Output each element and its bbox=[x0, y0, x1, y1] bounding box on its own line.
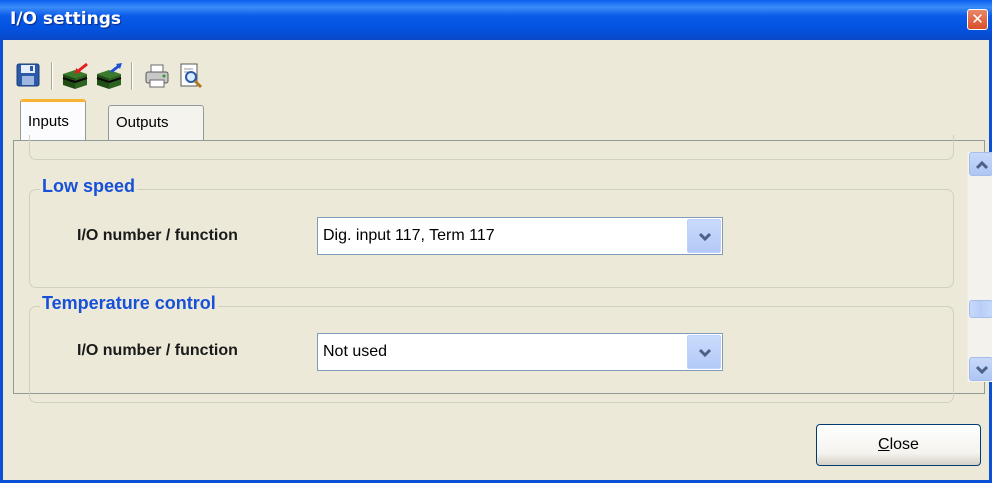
io-number-function-label: I/O number / function bbox=[77, 227, 238, 244]
chevron-down-icon bbox=[698, 348, 712, 358]
print-preview-button[interactable] bbox=[177, 62, 205, 90]
window-title: I/O settings bbox=[10, 9, 122, 29]
dropdown-button[interactable] bbox=[687, 335, 721, 369]
low-speed-io-value: Dig. input 117, Term 117 bbox=[323, 227, 495, 244]
close-icon: ✕ bbox=[971, 10, 984, 28]
export-button[interactable] bbox=[95, 62, 123, 90]
group-low-speed: Low speed I/O number / function Dig. inp… bbox=[29, 176, 954, 288]
chevron-down-icon bbox=[698, 232, 712, 242]
chevron-down-icon bbox=[976, 365, 988, 375]
title-bar[interactable]: I/O settings ✕ bbox=[0, 0, 992, 40]
import-icon bbox=[62, 62, 88, 89]
io-number-function-label: I/O number / function bbox=[77, 342, 238, 359]
toolbar bbox=[11, 56, 311, 96]
temperature-control-io-select[interactable]: Not used bbox=[317, 333, 723, 371]
tab-inputs-label: Inputs bbox=[28, 113, 69, 130]
inputs-panel: Low speed I/O number / function Dig. inp… bbox=[13, 135, 992, 403]
vertical-scrollbar[interactable] bbox=[967, 152, 992, 382]
save-button[interactable] bbox=[15, 62, 43, 90]
scrollbar-thumb[interactable] bbox=[969, 300, 992, 318]
scroll-down-button[interactable] bbox=[969, 357, 992, 381]
group-title-temperature-control: Temperature control bbox=[40, 293, 218, 314]
low-speed-io-select[interactable]: Dig. input 117, Term 117 bbox=[317, 217, 723, 255]
window-close-button[interactable]: ✕ bbox=[967, 9, 988, 30]
close-button-label: lose bbox=[889, 436, 919, 453]
print-icon bbox=[145, 64, 169, 88]
toolbar-separator bbox=[131, 62, 133, 90]
print-preview-icon bbox=[180, 63, 203, 89]
group-temperature-control: Temperature control I/O number / functio… bbox=[29, 293, 954, 403]
temperature-control-io-value: Not used bbox=[323, 343, 388, 360]
tab-outputs-label: Outputs bbox=[116, 114, 169, 131]
import-button[interactable] bbox=[61, 62, 89, 90]
scroll-up-button[interactable] bbox=[969, 152, 992, 176]
io-settings-window: I/O settings ✕ Inputs Outputs Low speed … bbox=[0, 0, 992, 483]
save-icon bbox=[16, 63, 40, 87]
group-title-low-speed: Low speed bbox=[40, 176, 138, 197]
group-previous-partial bbox=[29, 135, 954, 160]
dropdown-button[interactable] bbox=[687, 219, 721, 253]
export-icon bbox=[96, 63, 122, 89]
chevron-up-icon bbox=[976, 160, 988, 170]
toolbar-separator bbox=[51, 62, 53, 90]
close-button-accelerator: C bbox=[878, 436, 890, 453]
close-button[interactable]: Close bbox=[816, 424, 981, 466]
settings-scroll-area: Low speed I/O number / function Dig. inp… bbox=[29, 135, 954, 403]
print-button[interactable] bbox=[143, 62, 171, 90]
